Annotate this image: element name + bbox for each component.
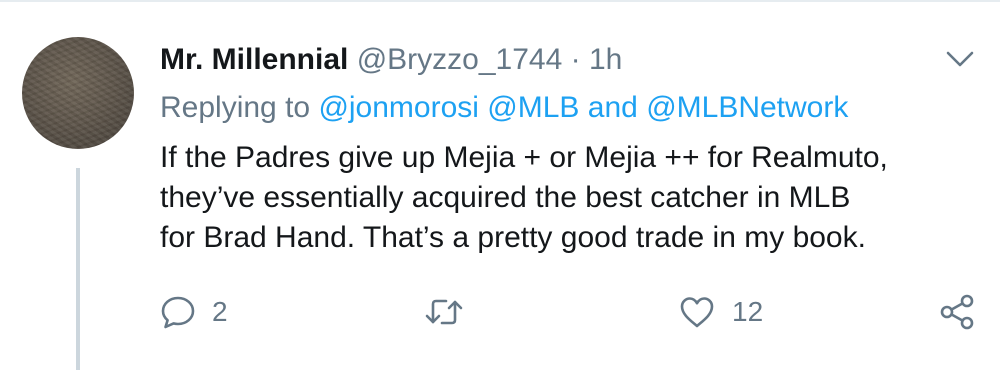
tweet-text-line: If the Padres give up Mejia + or Mejia +…: [160, 141, 888, 174]
chevron-down-icon[interactable]: [944, 48, 976, 70]
top-divider: [0, 0, 1000, 2]
tweet-text-line: they’ve essentially acquired the best ca…: [160, 181, 851, 214]
like-button[interactable]: 12: [678, 290, 763, 334]
heart-icon: [678, 294, 716, 330]
replying-to: Replying to @jonmorosi @MLB and @MLBNetw…: [160, 88, 848, 128]
share-icon: [938, 293, 976, 331]
tweet-text-line: for Brad Hand. That’s a pretty good trad…: [160, 221, 866, 254]
tweet-text: If the Padres give up Mejia + or Mejia +…: [160, 138, 980, 258]
separator-dot: ·: [570, 43, 581, 76]
mention-mlb[interactable]: @MLB: [487, 91, 579, 124]
retweet-button[interactable]: [424, 290, 464, 334]
avatar[interactable]: [22, 37, 134, 149]
reply-button[interactable]: 2: [160, 290, 228, 334]
retweet-icon: [424, 294, 464, 330]
tweet[interactable]: Mr. Millennial @Bryzzo_1744 · 1h Replyin…: [0, 0, 1000, 370]
mention-mlbnetwork[interactable]: @MLBNetwork: [646, 91, 848, 124]
reply-icon: [160, 294, 196, 330]
mention-jonmorosi[interactable]: @jonmorosi: [318, 91, 479, 124]
share-button[interactable]: [938, 290, 976, 334]
action-bar: 2 12: [160, 290, 980, 334]
thread-line: [76, 168, 80, 370]
reply-count: 2: [212, 296, 228, 327]
mention-and: and: [587, 91, 638, 124]
display-name[interactable]: Mr. Millennial: [160, 43, 348, 76]
like-count: 12: [732, 296, 764, 327]
user-handle[interactable]: @Bryzzo_1744: [357, 43, 563, 76]
tweet-header: Mr. Millennial @Bryzzo_1744 · 1h: [160, 40, 622, 80]
replying-prefix: Replying to: [160, 91, 311, 124]
timestamp[interactable]: 1h: [589, 43, 622, 76]
